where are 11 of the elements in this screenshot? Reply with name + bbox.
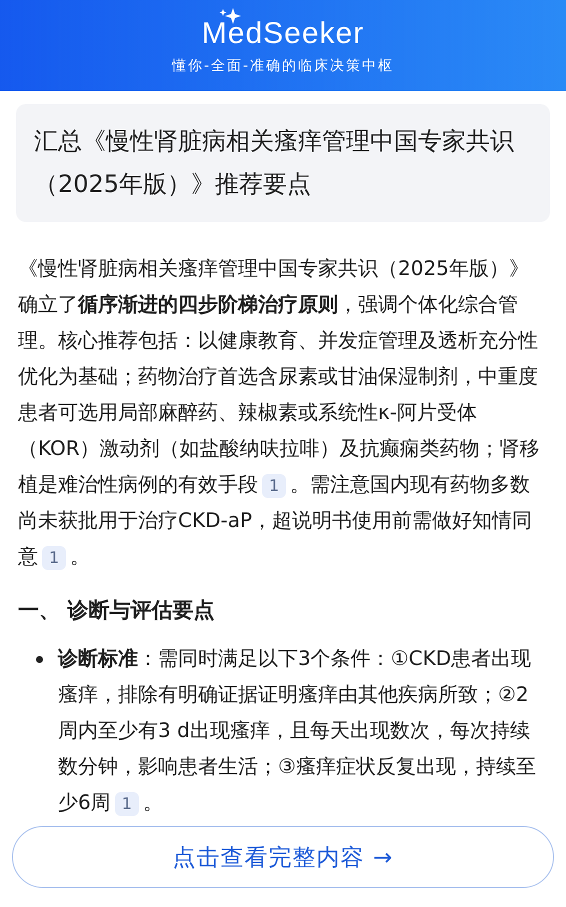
summary-paragraph: 《慢性肾脏病相关瘙痒管理中国专家共识（2025年版）》确立了循序渐进的四步阶梯治疗原则，强调个体化综合管理。核心推荐包括：以健康教育、并发症管理及透析充分性优化为基础；药物治疗首选含尿素或甘油保湿制剂，中重度患者可选用局部麻醉药、辣椒素或系统性κ-阿片受体（KOR）激动剂（如盐酸纳呋拉啡）及抗癫痫类药物；肾移植是难治性病例的有效手段 1 。需注意国内现有药物多数尚未获批用于治疗CKD-aP，超说明书使用前需做好知情同意 1 。 — [18, 255, 541, 572]
citation-badge[interactable]: 1 — [114, 792, 139, 816]
logo-text: MedSeeker — [202, 16, 364, 50]
section-heading: 一、 诊断与评估要点 — [18, 597, 216, 624]
bullet-text: 诊断标准：需同时满足以下3个条件：①CKD患者出现瘙痒，排除有明确证据证明瘙痒由其他疾病所致；②2周内至少有3 d出现瘙痒，且每天出现数次，每次持续数分钟，影响患者生活；③瘙痒症状反复出现，持续至少6周 1 。 — [58, 645, 537, 818]
view-full-content-button[interactable]: 点击查看完整内容 → — [12, 826, 554, 888]
citation-badge[interactable]: 1 — [262, 474, 286, 498]
question-card: 汇总《慢性肾脏病相关瘙痒管理中国专家共识（2025年版）》推荐要点 — [16, 104, 550, 222]
tagline: 懂你-全面-准确的临床决策中枢 — [172, 56, 394, 74]
bullet-dot — [36, 656, 43, 663]
citation-badge[interactable]: 1 — [42, 546, 66, 570]
